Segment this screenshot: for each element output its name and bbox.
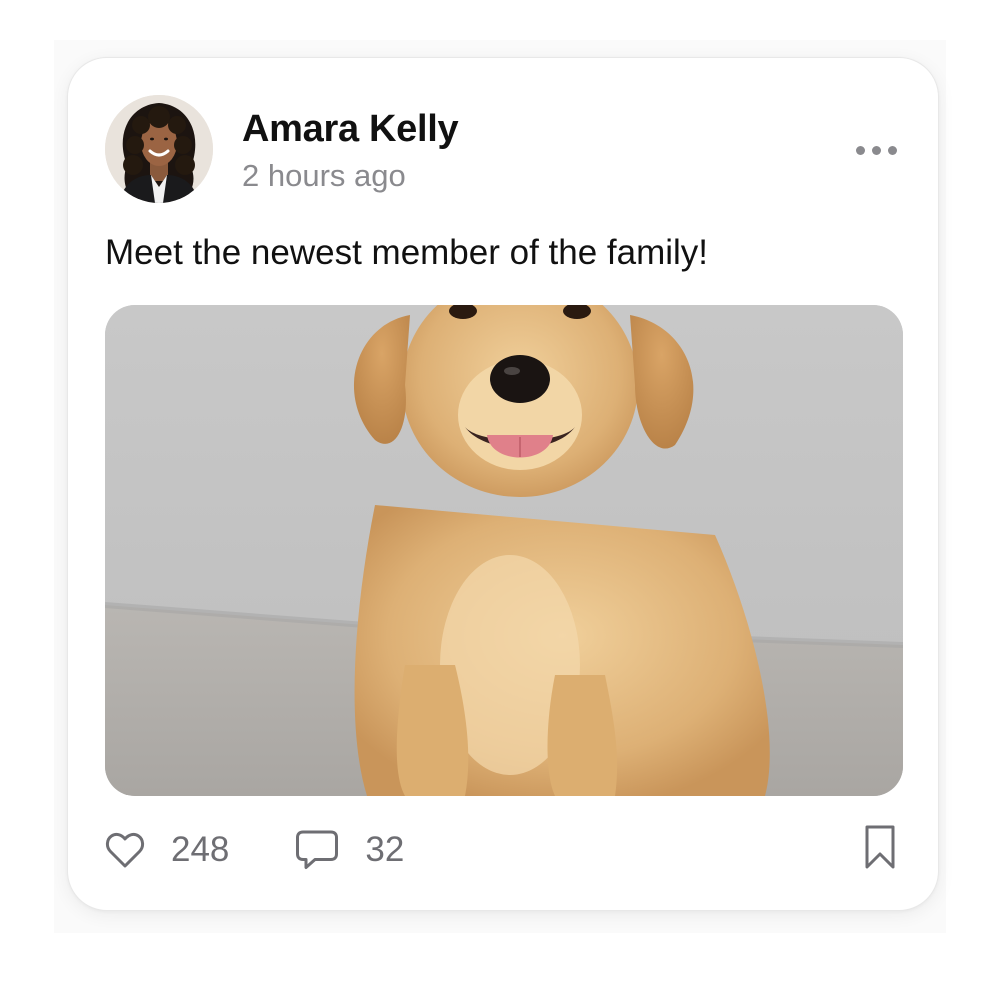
like-button[interactable]: 248 [105, 830, 229, 870]
comment-icon [295, 829, 339, 871]
comment-button[interactable]: 32 [295, 829, 404, 871]
author-avatar[interactable] [105, 95, 213, 203]
post-timestamp: 2 hours ago [242, 158, 406, 193]
more-options-button[interactable] [846, 134, 906, 166]
post-caption: Meet the newest member of the family! [105, 233, 709, 272]
post-actions: 248 32 [105, 822, 404, 878]
author-name[interactable]: Amara Kelly [242, 108, 459, 151]
post-photo[interactable] [105, 305, 903, 796]
bookmark-icon [864, 824, 896, 875]
more-dots-icon [871, 145, 881, 155]
comment-count: 32 [365, 830, 405, 869]
heart-icon [105, 831, 145, 869]
like-count: 248 [171, 830, 230, 869]
more-dots-icon [855, 145, 865, 155]
bookmark-button[interactable] [860, 824, 900, 874]
more-dots-icon [887, 145, 897, 155]
post-card: Amara Kelly 2 hours ago Meet the newest … [67, 57, 939, 911]
